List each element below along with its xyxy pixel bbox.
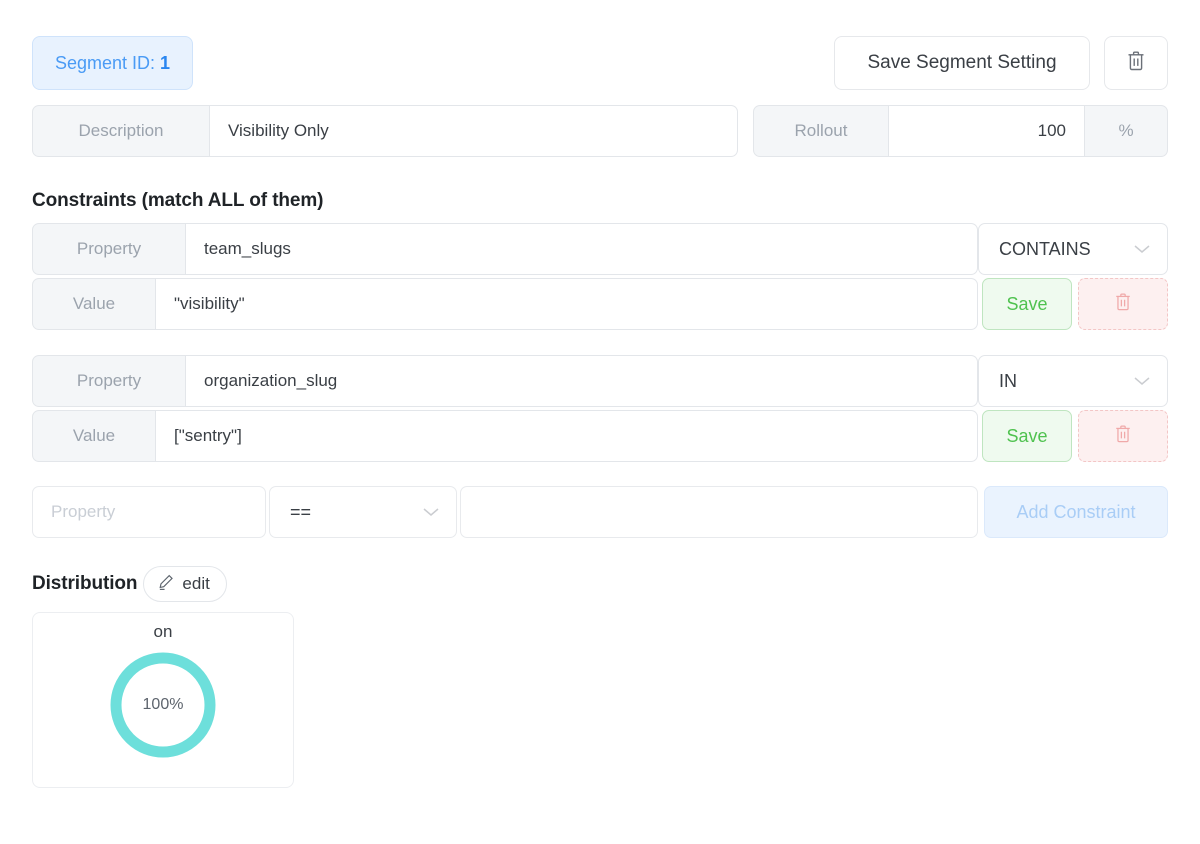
segment-id-badge[interactable]: Segment ID: 1 bbox=[32, 36, 194, 90]
distribution-donut-chart: 100% bbox=[107, 649, 219, 761]
new-property-placeholder: Property bbox=[51, 502, 116, 521]
constraint-row-1: Property team_slugs CONTAINS Value "visi… bbox=[32, 223, 1168, 330]
pencil-icon bbox=[157, 573, 175, 596]
constraint-property-line: Property team_slugs CONTAINS bbox=[32, 223, 1168, 275]
constraint-value-line: Value ["sentry"] Save bbox=[32, 410, 1168, 462]
chevron-down-icon bbox=[1133, 375, 1151, 387]
delete-constraint-button[interactable] bbox=[1078, 410, 1168, 462]
distribution-series-label: on bbox=[153, 622, 173, 641]
save-constraint-button[interactable]: Save bbox=[982, 410, 1072, 462]
donut-center-value: 100% bbox=[142, 696, 184, 713]
constraints-heading: Constraints (match ALL of them) bbox=[32, 190, 324, 211]
delete-segment-button[interactable] bbox=[1104, 36, 1168, 90]
save-constraint-label: Save bbox=[1006, 293, 1048, 314]
description-field-group: Description Visibility Only bbox=[32, 105, 738, 157]
rollout-label: Rollout bbox=[753, 105, 889, 157]
operator-value: IN bbox=[999, 370, 1017, 391]
distribution-heading: Distribution bbox=[32, 573, 138, 594]
constraint-value-group: Value "visibility" bbox=[32, 278, 978, 330]
property-input[interactable]: organization_slug bbox=[186, 355, 978, 407]
description-label: Description bbox=[32, 105, 210, 157]
trash-icon bbox=[1114, 292, 1132, 317]
operator-select[interactable]: IN bbox=[978, 355, 1168, 407]
value-label: Value bbox=[32, 410, 156, 462]
edit-label: edit bbox=[182, 574, 210, 593]
property-label: Property bbox=[32, 355, 186, 407]
add-constraint-label: Add Constraint bbox=[1016, 501, 1136, 522]
description-rollout-row: Description Visibility Only Rollout 100 … bbox=[32, 105, 1168, 157]
add-constraint-button[interactable]: Add Constraint bbox=[984, 486, 1168, 538]
top-bar: Segment ID: 1 Save Segment Setting bbox=[32, 36, 1168, 90]
segment-id-value: 1 bbox=[160, 52, 171, 73]
constraint-property-line: Property organization_slug IN bbox=[32, 355, 1168, 407]
operator-select[interactable]: CONTAINS bbox=[978, 223, 1168, 275]
delete-constraint-button[interactable] bbox=[1078, 278, 1168, 330]
save-segment-setting-label: Save Segment Setting bbox=[867, 52, 1057, 73]
value-input[interactable]: "visibility" bbox=[156, 278, 978, 330]
segment-id-label: Segment ID: bbox=[55, 52, 156, 73]
property-label: Property bbox=[32, 223, 186, 275]
save-constraint-label: Save bbox=[1006, 425, 1048, 446]
new-operator-select[interactable]: == bbox=[269, 486, 457, 538]
save-segment-setting-button[interactable]: Save Segment Setting bbox=[834, 36, 1090, 90]
rollout-unit-label: % bbox=[1084, 105, 1168, 157]
description-input[interactable]: Visibility Only bbox=[210, 105, 738, 157]
save-constraint-button[interactable]: Save bbox=[982, 278, 1072, 330]
distribution-chart-card: on 100% bbox=[32, 612, 294, 788]
segment-editor-page: Segment ID: 1 Save Segment Setting Descri… bbox=[0, 0, 1200, 844]
new-operator-value: == bbox=[290, 501, 312, 522]
constraint-property-group: Property organization_slug bbox=[32, 355, 978, 407]
constraint-property-group: Property team_slugs bbox=[32, 223, 978, 275]
value-label: Value bbox=[32, 278, 156, 330]
chevron-down-icon bbox=[1133, 243, 1151, 255]
constraint-value-line: Value "visibility" Save bbox=[32, 278, 1168, 330]
value-input[interactable]: ["sentry"] bbox=[156, 410, 978, 462]
rollout-field-group: Rollout 100 % bbox=[753, 105, 1168, 157]
new-property-input[interactable]: Property bbox=[32, 486, 266, 538]
property-input[interactable]: team_slugs bbox=[186, 223, 978, 275]
constraint-value-group: Value ["sentry"] bbox=[32, 410, 978, 462]
operator-value: CONTAINS bbox=[999, 238, 1091, 259]
trash-icon bbox=[1126, 50, 1146, 77]
new-constraint-row: Property == Add Constraint bbox=[32, 486, 1168, 538]
new-value-input[interactable] bbox=[460, 486, 978, 538]
constraint-row-2: Property organization_slug IN Value ["se… bbox=[32, 355, 1168, 462]
distribution-header: Distribution edit bbox=[32, 566, 227, 602]
edit-distribution-button[interactable]: edit bbox=[143, 566, 227, 602]
chevron-down-icon bbox=[422, 506, 440, 518]
rollout-input[interactable]: 100 bbox=[889, 105, 1084, 157]
trash-icon bbox=[1114, 424, 1132, 449]
